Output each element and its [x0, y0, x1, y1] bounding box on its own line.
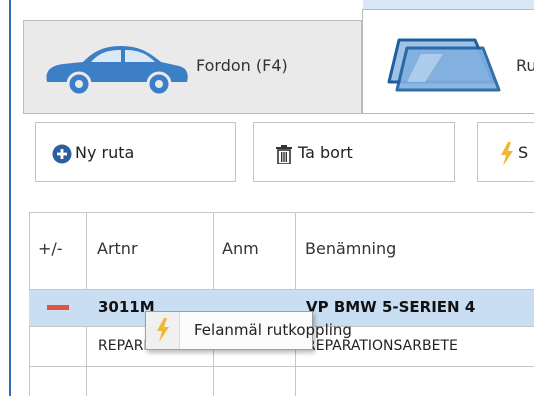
lightning-icon	[501, 142, 513, 166]
benamning-cell: VP BMW 5-SERIEN 4	[306, 298, 476, 316]
tab-fordon-label: Fordon (F4)	[196, 56, 288, 75]
context-menu: Felanmäl rutkoppling	[145, 311, 352, 350]
lightning-icon	[157, 318, 169, 342]
delete-button[interactable]: Ta bort	[253, 122, 455, 182]
row-divider	[29, 366, 534, 367]
window-left-margin	[0, 0, 9, 396]
trash-icon	[276, 145, 292, 164]
top-band	[363, 0, 534, 9]
tab-fordon[interactable]: Fordon (F4)	[23, 20, 362, 113]
windshield-icon	[387, 38, 501, 92]
benamning-cell: REPARATIONSARBETE	[306, 338, 458, 354]
delete-button-label: Ta bort	[298, 143, 353, 162]
column-header-anm[interactable]: Anm	[222, 239, 259, 258]
table-top-border	[29, 212, 534, 213]
column-header-artnr[interactable]: Artnr	[97, 239, 138, 258]
report-button[interactable]: S	[477, 122, 534, 182]
column-header-toggle[interactable]: +/-	[38, 239, 63, 258]
report-button-label: S	[518, 143, 529, 162]
tab-rutor[interactable]: Ru	[362, 9, 534, 114]
new-button-label: Ny ruta	[75, 143, 135, 162]
context-menu-item[interactable]: Felanmäl rutkoppling	[146, 312, 352, 349]
column-header-benamning[interactable]: Benämning	[305, 239, 396, 258]
context-menu-item-label: Felanmäl rutkoppling	[194, 321, 352, 339]
window-left-border	[9, 0, 11, 396]
plus-circle-icon	[52, 144, 72, 164]
collapse-minus-icon[interactable]	[47, 305, 69, 310]
tab-strip-border	[23, 113, 534, 114]
new-button[interactable]: Ny ruta	[35, 122, 236, 182]
tab-rutor-label: Ru	[516, 56, 534, 75]
car-icon	[46, 46, 188, 97]
